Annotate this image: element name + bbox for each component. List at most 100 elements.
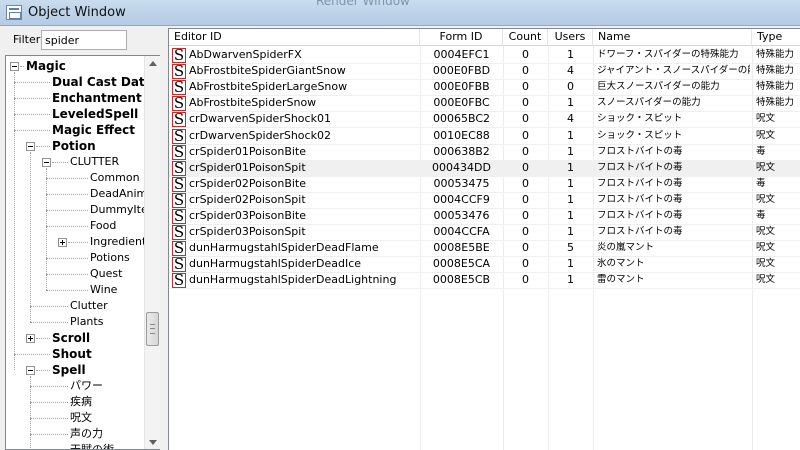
tree-item-plants[interactable]: Plants: [6, 314, 146, 330]
tree-item-potion[interactable]: Potion: [6, 138, 146, 154]
table-row[interactable]: SdunHarmugstahlSpiderDeadIce 0008E5CA 0 1 氷の…: [169, 256, 800, 274]
cell-form-id: 000E0FBC: [433, 96, 490, 110]
collapse-minus-icon[interactable]: [10, 62, 19, 71]
cell-editor-id: crSpider02PoisonSpit: [189, 192, 306, 206]
cell-form-id: 00053476: [433, 209, 490, 222]
table-row[interactable]: S AbDwarvenSpiderFX 0004EFC1 0 1 ドワーフ・スパイダーの特…: [169, 47, 800, 64]
collapse-minus-icon[interactable]: [26, 366, 35, 375]
table-row[interactable]: SdunHarmugstahlSpiderDeadFlame 0008E5BE 0 5…: [169, 240, 800, 258]
list-header: Editor ID Form ID Count Users Name Type: [169, 29, 800, 46]
tree-item-呪文[interactable]: 呪文: [6, 410, 146, 426]
cell-name: フロストバイトの毒: [597, 177, 683, 189]
tree-item-magic[interactable]: Magic: [6, 58, 146, 74]
tree-connector: [14, 354, 50, 355]
title-bar[interactable]: Object Window Render Window: [0, 0, 800, 26]
spell-form-icon: S: [172, 190, 186, 209]
tree-item-quest[interactable]: Quest: [6, 266, 146, 282]
table-row[interactable]: ScrDwarvenSpiderShock01 00065BC2 0 4 ショック・スピ…: [169, 110, 800, 129]
expand-plus-icon[interactable]: [58, 238, 67, 247]
scroll-up-arrow-icon[interactable]: [149, 61, 157, 66]
cell-editor-id: crSpider03PoisonBite: [189, 209, 307, 222]
tree-item-dummyitem[interactable]: DummyItem: [6, 202, 158, 218]
cell-count: 0: [522, 192, 529, 206]
cell-users: 0: [567, 80, 574, 94]
table-row[interactable]: S AbFrostbiteSpiderLargeSnow 000E0FBB 0 0 巨大ス…: [169, 79, 800, 97]
tree-item-common[interactable]: Common: [6, 170, 146, 186]
spell-form-icon: S: [172, 46, 186, 64]
column-header-form-id[interactable]: Form ID: [420, 29, 503, 46]
tree-item-label: CLUTTER: [70, 155, 120, 168]
category-tree[interactable]: Magic Dual Cast Data Enchantment LeveledSpe…: [5, 55, 160, 450]
tree-item-leveledspell[interactable]: LeveledSpell: [6, 106, 146, 122]
cell-form-id: 000638B2: [433, 144, 490, 158]
tree-item-声の力[interactable]: 声の力: [6, 426, 146, 442]
table-row[interactable]: ScrSpider01PoisonSpit 000434DD 0 1 フロストバイトの毒…: [169, 158, 800, 177]
tree-item-enchantment[interactable]: Enchantment: [6, 90, 146, 106]
spell-form-icon: S: [172, 158, 186, 177]
table-row[interactable]: SdunHarmugstahlSpiderDeadLightning 0008E5…: [169, 272, 800, 290]
cell-editor-id: dunHarmugstahlSpiderDeadIce: [189, 257, 362, 271]
column-header-name[interactable]: Name: [593, 29, 752, 46]
spell-form-icon: S: [172, 110, 186, 129]
table-row[interactable]: ScrSpider01PoisonBite 000638B2 0 1 フロストバイトの毒…: [169, 144, 800, 161]
tree-item-label: Common: [90, 171, 140, 184]
object-list[interactable]: Editor ID Form ID Count Users Name Type S AbDw…: [168, 28, 800, 450]
tree-item-疾病[interactable]: 疾病: [6, 394, 146, 410]
collapse-minus-icon[interactable]: [42, 158, 51, 167]
tree-item-label: Plants: [70, 315, 104, 328]
tree-item-clutter[interactable]: CLUTTER: [6, 154, 146, 170]
scroll-down-arrow-icon[interactable]: [149, 440, 157, 445]
tree-item-パワー[interactable]: パワー: [6, 378, 146, 394]
tree-connector: [14, 98, 50, 99]
expand-plus-icon[interactable]: [26, 334, 35, 343]
table-row[interactable]: ScrSpider03PoisonBite 00053476 0 1 フロストバイトの毒…: [169, 208, 800, 225]
table-row[interactable]: ScrSpider03PoisonSpit 0004CCFA 0 1 フロストバイトの毒…: [169, 224, 800, 242]
column-header-editor-id[interactable]: Editor ID: [169, 29, 420, 46]
spell-form-icon: S: [172, 62, 186, 81]
tree-connector: [46, 178, 88, 179]
table-row[interactable]: S AbFrostbiteSpiderSnow 000E0FBC 0 1 スノースパイダー…: [169, 95, 800, 113]
tree-item-spell[interactable]: Spell: [6, 362, 146, 378]
tree-item-label: Wine: [90, 283, 118, 296]
cell-type: 呪文: [756, 258, 776, 270]
tree-guide-line: [14, 72, 15, 370]
cell-name: 雷のマント: [597, 274, 645, 286]
tree-item-label: Potions: [90, 251, 130, 264]
tree-item-potions[interactable]: Potions: [6, 250, 146, 266]
spell-form-icon: S: [172, 207, 186, 225]
spell-form-icon: S: [172, 142, 186, 161]
tree-connector: [20, 66, 24, 67]
table-row[interactable]: ScrSpider02PoisonBite 00053475 0 1 フロストバイトの毒…: [169, 176, 800, 193]
tree-connector: [30, 306, 68, 307]
tree-item-label: Potion: [52, 139, 96, 153]
tree-item-ingredients[interactable]: Ingredients: [6, 234, 152, 250]
tree-item-deadanima[interactable]: DeadAnima: [6, 186, 154, 202]
tree-item-clutter[interactable]: Clutter: [6, 298, 146, 314]
cell-count: 0: [522, 257, 529, 271]
column-header-users[interactable]: Users: [548, 29, 593, 46]
tree-scrollbar[interactable]: [144, 56, 160, 449]
table-row[interactable]: ScrSpider02PoisonSpit 0004CCF9 0 1 フロストバイトの毒…: [169, 192, 800, 209]
tree-item-天賦の術[interactable]: 天賦の術: [6, 442, 146, 449]
filter-input[interactable]: [41, 30, 127, 50]
tree-item-wine[interactable]: Wine: [6, 282, 146, 298]
cell-form-id: 000434DD: [432, 160, 491, 174]
scroll-thumb[interactable]: [146, 312, 159, 346]
cell-users: 1: [567, 257, 574, 271]
tree-item-shout[interactable]: Shout: [6, 346, 146, 362]
collapse-minus-icon[interactable]: [26, 142, 35, 151]
column-header-type[interactable]: Type: [752, 29, 800, 46]
tree-item-label: Quest: [90, 267, 123, 280]
tree-item-scroll[interactable]: Scroll: [6, 330, 146, 346]
table-row[interactable]: S AbFrostbiteSpiderGiantSnow 000E0FBD 0 4 ジャイ…: [169, 62, 800, 81]
cell-form-id: 0008E5CB: [432, 273, 491, 287]
table-row[interactable]: ScrDwarvenSpiderShock02 0010EC88 0 1 ショック・スピ…: [169, 128, 800, 145]
tree-item-dual-cast-data[interactable]: Dual Cast Data: [6, 74, 153, 90]
column-header-count[interactable]: Count: [503, 29, 548, 46]
panel-splitter[interactable]: [160, 26, 168, 450]
cell-form-id: 00065BC2: [432, 112, 491, 126]
cell-users: 1: [567, 160, 574, 174]
tree-item-magic-effect[interactable]: Magic Effect: [6, 122, 146, 138]
tree-item-food[interactable]: Food: [6, 218, 146, 234]
cell-form-id: 00053475: [433, 176, 490, 190]
